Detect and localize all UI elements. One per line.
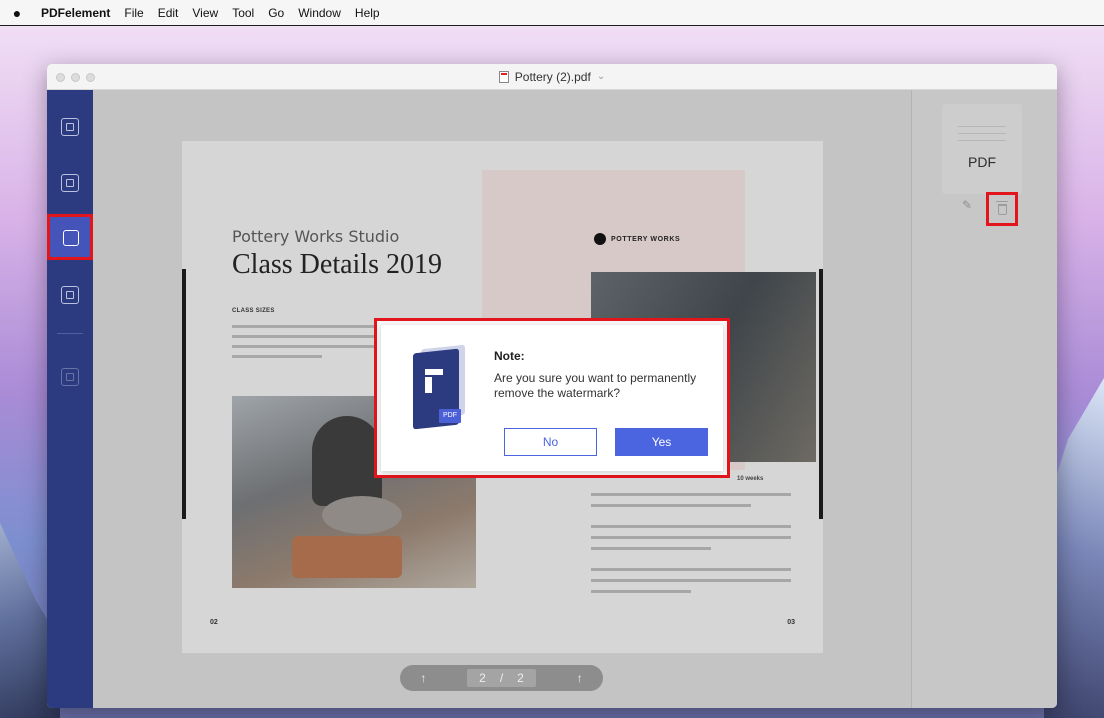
menu-window[interactable]: Window xyxy=(291,6,348,20)
tool-sidebar xyxy=(47,90,93,708)
edit-watermark-icon[interactable]: ✎ xyxy=(962,198,972,212)
weeks-label: 10 weeks xyxy=(737,476,764,482)
convert-icon[interactable] xyxy=(61,174,79,192)
menu-edit[interactable]: Edit xyxy=(151,6,186,20)
chevron-down-icon: ⌄ xyxy=(596,71,606,82)
pottery-works-brand: POTTERY WORKS xyxy=(594,233,680,245)
page-paragraph xyxy=(232,325,382,365)
watermark-panel: PDF ✎ xyxy=(911,90,1057,708)
pdf-file-icon xyxy=(498,70,509,83)
trash-icon xyxy=(995,200,1008,215)
menu-view[interactable]: View xyxy=(185,6,225,20)
page-navigator: ↑ 2 / 2 ↑ xyxy=(400,665,603,691)
minimize-window-button[interactable] xyxy=(71,73,80,82)
delete-watermark-button[interactable] xyxy=(986,192,1018,226)
page-indicator[interactable]: 2 / 2 xyxy=(467,669,536,687)
page-right-text xyxy=(591,493,791,601)
document-title[interactable]: Pottery (2).pdf ⌄ xyxy=(498,69,606,84)
close-window-button[interactable] xyxy=(56,73,65,82)
page-subtitle: Pottery Works Studio xyxy=(232,227,400,246)
watermark-template-card[interactable]: PDF xyxy=(942,104,1022,194)
menu-app[interactable]: PDFelement xyxy=(34,6,117,20)
edit-page-icon[interactable] xyxy=(61,368,79,386)
page-edge-bar-left xyxy=(182,269,186,519)
brand-name: POTTERY WORKS xyxy=(611,235,681,243)
next-page-icon[interactable]: ↑ xyxy=(577,671,583,685)
window-titlebar: Pottery (2).pdf ⌄ xyxy=(47,64,1057,90)
app-icon-badge: PDF xyxy=(439,409,461,423)
dialog-highlight-frame: PDF Note: Are you sure you want to perma… xyxy=(374,318,730,478)
apple-icon[interactable]: ● xyxy=(0,5,34,21)
confirm-dialog: PDF Note: Are you sure you want to perma… xyxy=(381,325,723,471)
menu-file[interactable]: File xyxy=(117,6,150,20)
dialog-message: Are you sure you want to permanently rem… xyxy=(494,371,697,400)
yes-button[interactable]: Yes xyxy=(615,428,708,456)
no-button[interactable]: No xyxy=(504,428,597,456)
class-sizes-label: CLASS SIZES xyxy=(232,308,275,314)
total-pages: 2 xyxy=(517,671,524,685)
zoom-window-button[interactable] xyxy=(86,73,95,82)
first-page-icon[interactable]: ↑ xyxy=(420,671,426,685)
pdfelement-app-icon: PDF xyxy=(407,344,467,431)
watermark-icon[interactable] xyxy=(47,214,93,260)
watermark-card-label: PDF xyxy=(968,154,996,170)
brand-logo-icon xyxy=(594,233,606,245)
document-title-text: Pottery (2).pdf xyxy=(514,69,591,84)
menu-tool[interactable]: Tool xyxy=(225,6,261,20)
page-heading: Class Details 2019 xyxy=(232,249,442,280)
page-number-left: 02 xyxy=(210,619,218,626)
page-edge-bar-right xyxy=(819,269,823,519)
page-icon[interactable] xyxy=(61,286,79,304)
dialog-title: Note: xyxy=(494,349,525,363)
sidebar-divider xyxy=(57,333,83,334)
window-controls xyxy=(56,73,95,82)
mac-menubar: ● PDFelement File Edit View Tool Go Wind… xyxy=(0,0,1104,26)
page-separator: / xyxy=(499,671,504,685)
page-number-right: 03 xyxy=(787,619,795,626)
close-file-icon[interactable] xyxy=(61,118,79,136)
menu-go[interactable]: Go xyxy=(261,6,291,20)
current-page: 2 xyxy=(479,671,486,685)
menu-help[interactable]: Help xyxy=(348,6,387,20)
